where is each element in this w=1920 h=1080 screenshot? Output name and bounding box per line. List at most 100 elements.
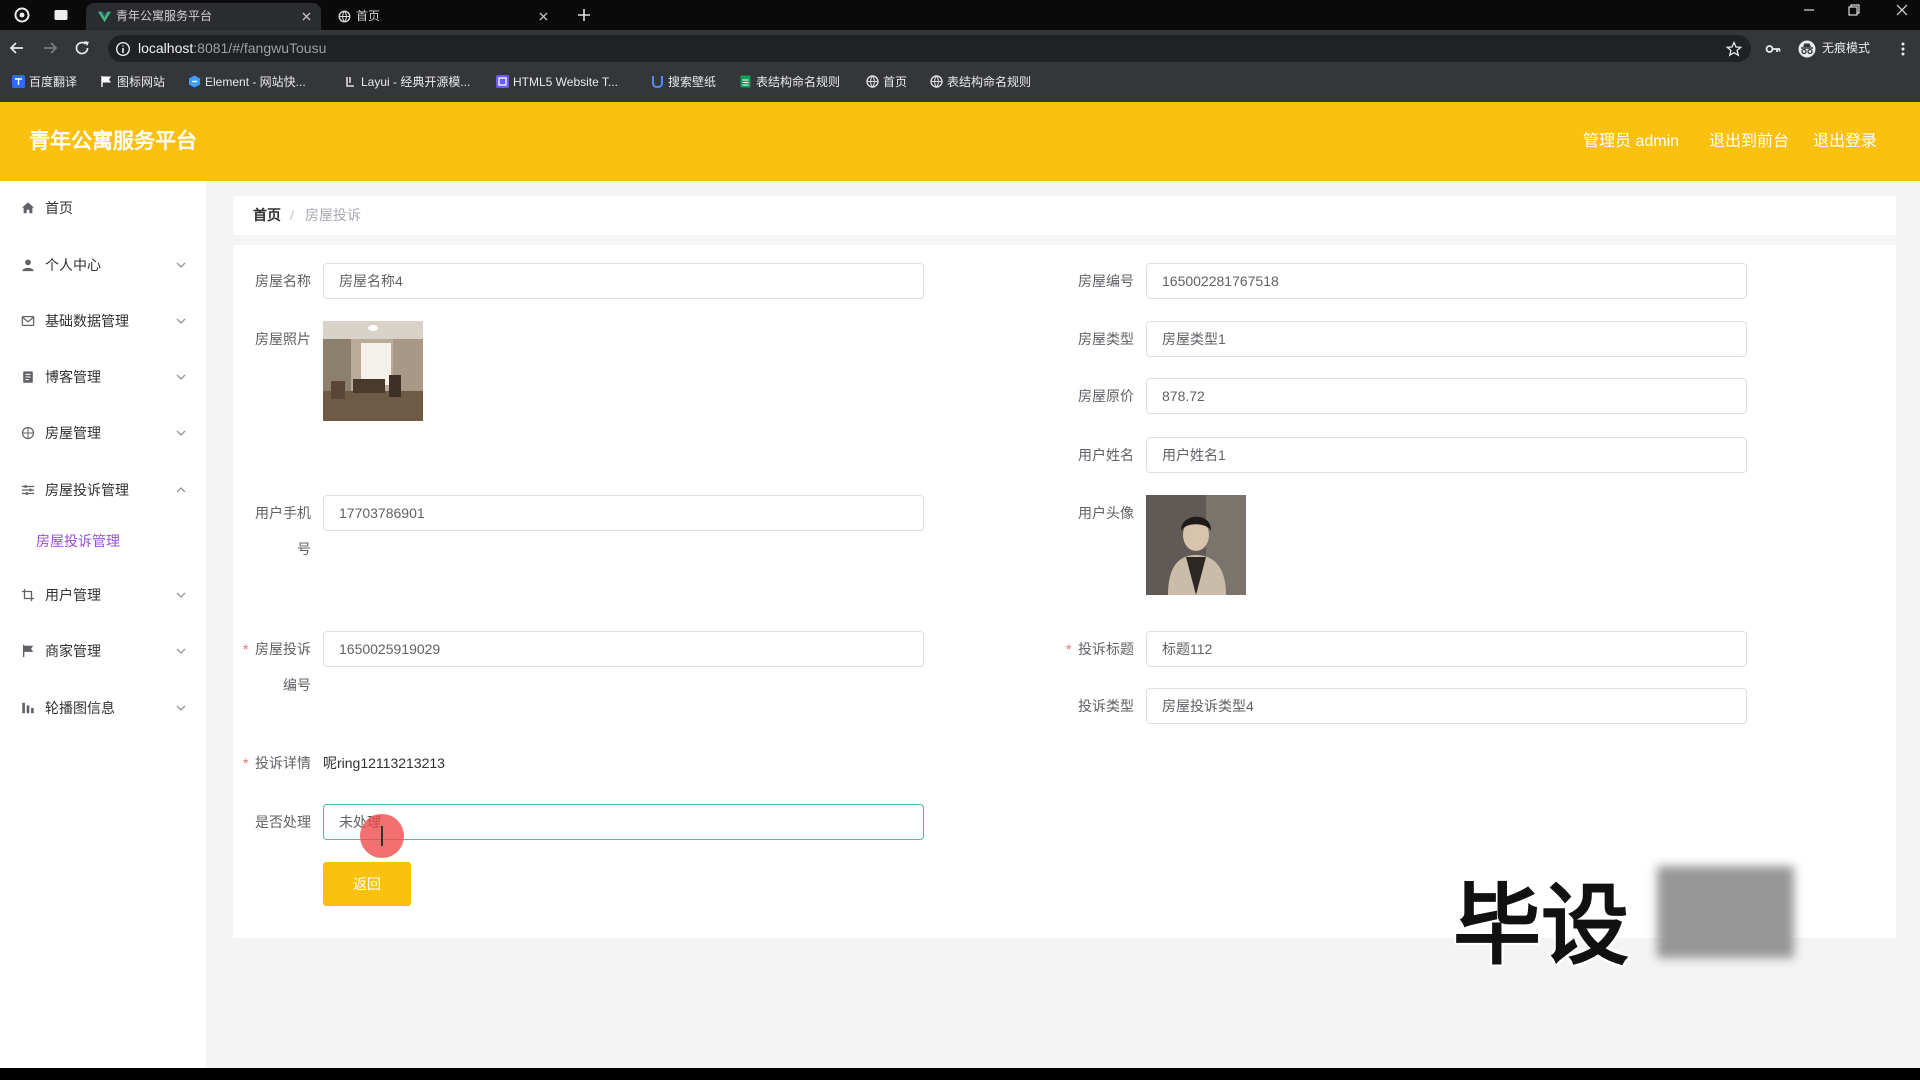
price-label: 房屋原价 bbox=[1078, 388, 1134, 404]
sidebar-item-label: 商家管理 bbox=[45, 643, 101, 659]
complaint-no-field[interactable] bbox=[323, 631, 924, 667]
sidebar-item-label: 轮播图信息 bbox=[45, 700, 115, 716]
site-info-icon[interactable] bbox=[115, 41, 131, 57]
url-text[interactable]: localhost:8081/#/fangwuTousu bbox=[138, 35, 326, 62]
bookmark-star-icon[interactable] bbox=[1726, 41, 1742, 57]
sidebar-item-carousel[interactable]: 轮播图信息 bbox=[0, 688, 206, 728]
complaint-title-field[interactable] bbox=[1146, 631, 1747, 667]
bookmark-label: 图标网站 bbox=[117, 75, 166, 89]
sidebar-item-profile[interactable]: 个人中心 bbox=[0, 245, 206, 285]
house-name-field[interactable] bbox=[323, 263, 924, 299]
compass-icon bbox=[21, 426, 35, 440]
layui-icon bbox=[346, 77, 354, 87]
new-tab-icon[interactable] bbox=[576, 7, 592, 23]
admin-user-label[interactable]: 管理员 admin bbox=[1583, 102, 1679, 181]
back-button[interactable]: 返回 bbox=[323, 862, 411, 906]
logout-link[interactable]: 退出登录 bbox=[1813, 102, 1877, 181]
complaint-no-label-text: 房屋投诉编号 bbox=[255, 641, 311, 693]
complaint-detail-value: 呢ring12113213213 bbox=[323, 755, 445, 771]
sidebar-item-complaints[interactable]: 房屋投诉管理 bbox=[0, 470, 206, 510]
complaint-detail-label-text: 投诉详情 bbox=[255, 755, 311, 771]
home-icon bbox=[21, 202, 35, 214]
tab-home[interactable]: 首页 bbox=[326, 3, 558, 30]
chevron-up-icon bbox=[176, 487, 186, 493]
address-bar[interactable] bbox=[108, 35, 1751, 62]
complaint-type-field[interactable] bbox=[1146, 688, 1747, 724]
url-host: localhost bbox=[138, 40, 194, 56]
sidebar-item-base-data[interactable]: 基础数据管理 bbox=[0, 301, 206, 341]
sidebar-subitem-complaints[interactable]: 房屋投诉管理 bbox=[36, 521, 120, 561]
complaint-title-label: * 投诉标题 bbox=[1066, 631, 1134, 667]
chart-icon bbox=[22, 702, 34, 714]
breadcrumb bbox=[233, 196, 1896, 235]
bookmark-label: 百度翻译 bbox=[29, 75, 78, 89]
bookmark-label: 搜索壁纸 bbox=[668, 75, 717, 89]
chevron-down-icon bbox=[176, 318, 186, 324]
tab-active[interactable]: 青年公寓服务平台 bbox=[86, 3, 321, 30]
required-mark: * bbox=[1066, 641, 1072, 657]
back-icon[interactable] bbox=[9, 40, 25, 56]
complaint-no-label: * 房屋投诉编号 bbox=[243, 631, 311, 703]
phone-field[interactable] bbox=[323, 495, 924, 531]
sidebar-item-label: 博客管理 bbox=[45, 369, 101, 385]
user-avatar[interactable] bbox=[1146, 495, 1246, 595]
mail-icon bbox=[21, 316, 35, 326]
incognito-label[interactable]: 无痕模式 bbox=[1822, 35, 1870, 62]
house-photo[interactable] bbox=[323, 321, 423, 421]
chevron-down-icon bbox=[176, 705, 186, 711]
window-icon[interactable] bbox=[53, 7, 69, 23]
sidebar-item-merchants[interactable]: 商家管理 bbox=[0, 631, 206, 671]
tab-title: 青年公寓服务平台 bbox=[116, 9, 213, 23]
avatar-label: 用户头像 bbox=[1078, 505, 1134, 521]
exit-to-front-link[interactable]: 退出到前台 bbox=[1709, 102, 1789, 181]
bookmark-label: 表结构命名规则 bbox=[947, 75, 1032, 89]
handled-label: 是否处理 bbox=[255, 814, 311, 830]
sidebar-item-house[interactable]: 房屋管理 bbox=[0, 413, 206, 453]
minimize-icon[interactable] bbox=[1801, 2, 1817, 18]
bottom-bar bbox=[0, 1068, 1920, 1080]
sidebar-item-home[interactable]: 首页 bbox=[0, 188, 206, 228]
close-tab-icon[interactable] bbox=[539, 12, 548, 21]
text-cursor-icon bbox=[381, 826, 383, 846]
bookmark-label: Element - 网站快... bbox=[205, 75, 306, 89]
sidebar-item-label: 基础数据管理 bbox=[45, 313, 129, 329]
bookmark-label: Layui - 经典开源模... bbox=[361, 75, 471, 89]
house-type-field[interactable] bbox=[1146, 321, 1747, 357]
required-mark: * bbox=[243, 641, 249, 657]
complaint-type-label: 投诉类型 bbox=[1078, 698, 1134, 714]
tab-title: 首页 bbox=[356, 9, 381, 23]
chevron-down-icon bbox=[176, 592, 186, 598]
flag-icon bbox=[101, 76, 111, 87]
chevron-down-icon bbox=[176, 374, 186, 380]
house-no-field[interactable] bbox=[1146, 263, 1747, 299]
app-title: 青年公寓服务平台 bbox=[29, 130, 197, 153]
sidebar-item-label: 房屋投诉管理 bbox=[45, 482, 129, 498]
sidebar-item-label: 首页 bbox=[45, 200, 73, 216]
key-icon[interactable] bbox=[1765, 41, 1781, 57]
watermark-blur bbox=[1657, 866, 1794, 958]
wallpaper-icon bbox=[652, 76, 663, 88]
html5-icon bbox=[496, 75, 509, 88]
incognito-icon[interactable] bbox=[1798, 40, 1816, 58]
vue-icon bbox=[98, 11, 111, 23]
close-tab-icon[interactable] bbox=[302, 12, 311, 21]
restore-icon[interactable] bbox=[1846, 2, 1862, 18]
breadcrumb-separator: / bbox=[290, 207, 294, 223]
app-icon[interactable] bbox=[14, 7, 30, 23]
chevron-down-icon bbox=[176, 430, 186, 436]
breadcrumb-home[interactable]: 首页 bbox=[253, 196, 281, 235]
reload-icon[interactable] bbox=[74, 40, 90, 56]
user-name-field[interactable] bbox=[1146, 437, 1747, 473]
menu-dots-icon[interactable] bbox=[1895, 41, 1911, 57]
translate-icon bbox=[12, 75, 25, 88]
close-icon[interactable] bbox=[1894, 2, 1910, 18]
globe-icon bbox=[930, 75, 943, 88]
sidebar-item-blog[interactable]: 博客管理 bbox=[0, 357, 206, 397]
sliders-icon bbox=[21, 485, 35, 495]
handled-field[interactable] bbox=[323, 804, 924, 840]
watermark-text: 毕设 bbox=[1453, 876, 1630, 975]
price-field[interactable] bbox=[1146, 378, 1747, 414]
forward-icon[interactable] bbox=[42, 40, 58, 56]
sidebar-item-users[interactable]: 用户管理 bbox=[0, 575, 206, 615]
house-type-label: 房屋类型 bbox=[1078, 331, 1134, 347]
